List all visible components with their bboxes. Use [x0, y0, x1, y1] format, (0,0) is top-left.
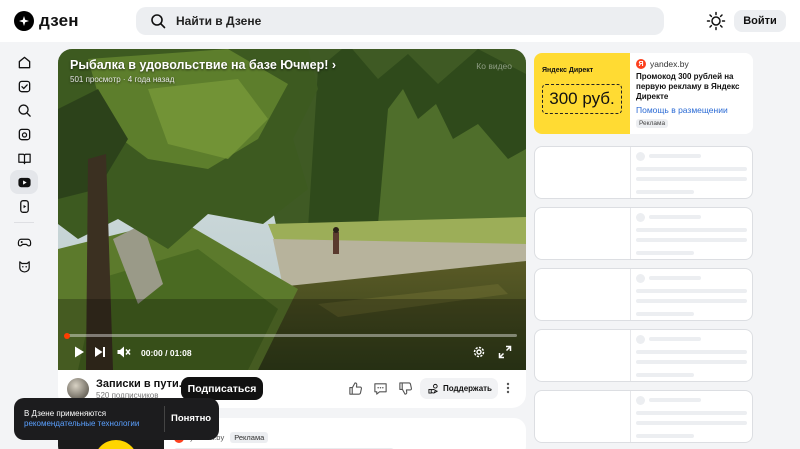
- like-icon[interactable]: [348, 381, 363, 396]
- comment-icon[interactable]: [373, 381, 388, 396]
- ad-card[interactable]: Яндекс Директ 300 руб. Я yandex.by Промо…: [534, 53, 753, 134]
- settings-gear-icon[interactable]: [472, 345, 486, 359]
- sidebar-item-search[interactable]: [10, 98, 38, 122]
- toast-divider: [164, 406, 165, 432]
- play-icon[interactable]: [72, 345, 86, 359]
- ad-source: Я yandex.by: [636, 59, 689, 69]
- video-icon: [17, 177, 31, 187]
- ad-text: Промокод 300 рублей на первую рекламу в …: [636, 72, 740, 101]
- support-button[interactable]: Поддержать: [420, 378, 498, 399]
- yandex-icon: Я: [636, 59, 646, 69]
- toast-text: В Дзене применяются рекомендательные тех…: [24, 409, 140, 428]
- sidebar-item-kids[interactable]: [10, 254, 38, 278]
- search-input[interactable]: Найти в Дзене: [176, 14, 261, 28]
- logo-text: дзен: [39, 11, 79, 30]
- video-player[interactable]: Рыбалка в удовольствие на базе Ючмер! › …: [58, 49, 526, 370]
- ad-image: Яндекс Директ 300 руб.: [534, 53, 630, 134]
- sidebar-item-articles[interactable]: [10, 122, 38, 146]
- search-icon: [17, 103, 31, 117]
- theme-toggle-icon[interactable]: [706, 11, 726, 31]
- ad-help-link[interactable]: Помощь в размещении: [636, 105, 728, 115]
- loading-card-placeholder: [534, 268, 753, 321]
- sidebar-divider: [14, 222, 34, 223]
- support-label: Поддержать: [443, 384, 492, 393]
- donate-icon: [428, 383, 438, 394]
- ad-coupon: 300 руб.: [542, 84, 622, 114]
- next-icon[interactable]: [93, 345, 107, 359]
- loading-card-placeholder: [534, 329, 753, 382]
- fullscreen-icon[interactable]: [498, 345, 512, 359]
- sidebar-item-home[interactable]: [10, 50, 38, 74]
- recommendation-toast: В Дзене применяются рекомендательные тех…: [14, 398, 219, 440]
- sidebar-item-subscriptions[interactable]: [10, 74, 38, 98]
- sidebar-item-games[interactable]: [10, 230, 38, 254]
- dislike-icon[interactable]: [398, 381, 413, 396]
- loading-card-placeholder: [534, 146, 753, 199]
- search-icon: [151, 14, 166, 29]
- video-title[interactable]: Рыбалка в удовольствие на базе Ючмер! ›: [70, 58, 336, 72]
- channel-avatar[interactable]: [67, 378, 89, 400]
- articles-icon: [18, 128, 30, 140]
- subscriptions-icon: [18, 80, 30, 92]
- subscribe-button[interactable]: Подписаться: [181, 377, 263, 400]
- home-icon: [18, 56, 30, 68]
- loading-card-placeholder: [534, 390, 753, 443]
- gamepad-icon: [17, 238, 31, 246]
- book-icon: [17, 153, 31, 164]
- chevron-right-icon: ›: [331, 58, 337, 72]
- top-header: дзен Найти в Дзене Войти: [0, 0, 800, 42]
- shorts-icon: [19, 199, 29, 213]
- sidebar-item-books[interactable]: [10, 146, 38, 170]
- sidebar-item-shorts[interactable]: [10, 194, 38, 218]
- dzen-logo[interactable]: дзен: [14, 11, 79, 31]
- mute-icon[interactable]: [116, 345, 132, 359]
- progress-handle[interactable]: [64, 333, 70, 339]
- toast-link[interactable]: рекомендательные технологии: [24, 419, 139, 428]
- ad-tag: Реклама: [636, 119, 669, 128]
- video-meta: 501 просмотр · 4 года назад: [70, 75, 175, 84]
- progress-track[interactable]: [67, 334, 517, 337]
- login-button[interactable]: Войти: [734, 10, 786, 32]
- dzen-logo-icon: [14, 11, 34, 31]
- search-bar[interactable]: Найти в Дзене: [136, 7, 664, 35]
- toast-ok-button[interactable]: Понятно: [171, 413, 211, 424]
- more-icon[interactable]: [502, 380, 514, 396]
- watch-label: Ко видео: [476, 61, 512, 71]
- channel-name[interactable]: Записки в пути.: [96, 378, 182, 390]
- loading-card-placeholder: [534, 207, 753, 260]
- sidebar-item-video[interactable]: [10, 170, 38, 194]
- ad-tag: Реклама: [230, 432, 269, 443]
- ad-image-brand: Яндекс Директ: [542, 67, 594, 74]
- kids-icon: [18, 260, 30, 273]
- time-display: 00:00 / 01:08: [141, 348, 192, 358]
- video-frame: [58, 49, 526, 370]
